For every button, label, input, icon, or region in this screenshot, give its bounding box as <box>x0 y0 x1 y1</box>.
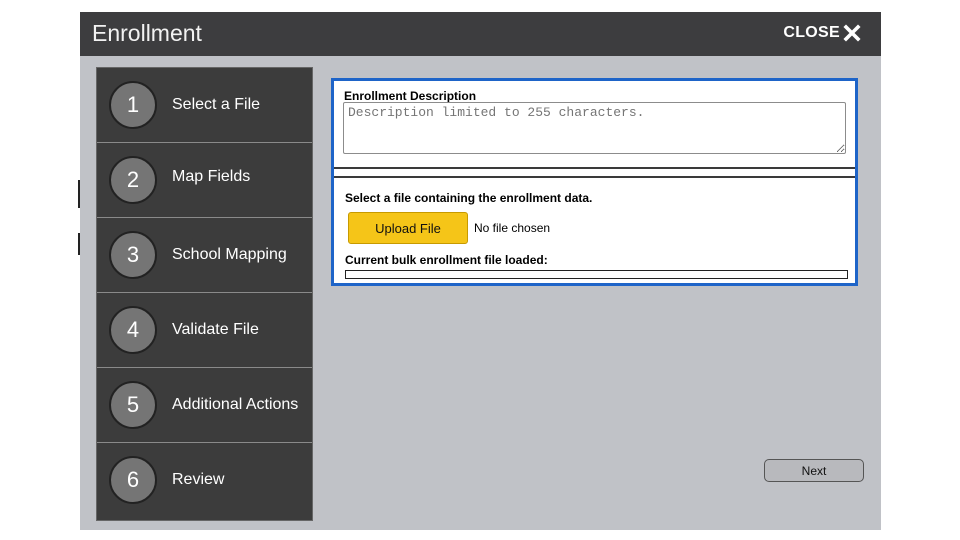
step-validate-file[interactable]: 4 Validate File <box>97 293 312 368</box>
step-label: Select a File <box>172 96 261 113</box>
section-divider <box>334 169 855 178</box>
step-number-badge: 2 <box>109 156 157 204</box>
modal-title: Enrollment <box>92 20 202 46</box>
description-section: Enrollment Description <box>334 81 855 169</box>
next-button[interactable]: Next <box>764 459 864 482</box>
step-additional-actions[interactable]: 5 Additional Actions <box>97 368 312 443</box>
step-map-fields[interactable]: 2 Map Fields <box>97 143 312 218</box>
step-select-file[interactable]: 1 Select a File <box>97 68 312 143</box>
close-label: CLOSE <box>783 24 840 41</box>
description-label: Enrollment Description <box>344 89 477 103</box>
file-status: No file chosen <box>474 221 551 235</box>
step-label: School Mapping <box>172 246 287 263</box>
step-label: Review <box>172 471 225 488</box>
step-label: Validate File <box>172 321 259 338</box>
close-x-icon <box>843 24 861 42</box>
title-bar: Enrollment CLOSE <box>80 12 881 56</box>
step-number-badge: 3 <box>109 231 157 279</box>
step-school-mapping[interactable]: 3 School Mapping <box>97 218 312 293</box>
enrollment-modal: Enrollment CLOSE 1 Select a File 2 Map F… <box>80 12 881 530</box>
current-file-label: Current bulk enrollment file loaded: <box>345 253 548 267</box>
steps-sidebar: 1 Select a File 2 Map Fields 3 School Ma… <box>96 67 313 521</box>
file-section: Select a file containing the enrollment … <box>334 178 855 283</box>
close-button[interactable]: CLOSE <box>783 24 861 42</box>
file-prompt: Select a file containing the enrollment … <box>345 191 593 205</box>
step-number-badge: 6 <box>109 456 157 504</box>
current-file-value <box>345 270 848 279</box>
select-file-panel: Enrollment Description Select a file con… <box>331 78 858 286</box>
description-textarea[interactable] <box>343 102 846 154</box>
step-label: Map Fields <box>172 168 251 185</box>
step-number-badge: 5 <box>109 381 157 429</box>
step-review[interactable]: 6 Review <box>97 443 312 518</box>
step-number-badge: 4 <box>109 306 157 354</box>
step-label: Additional Actions <box>172 396 299 413</box>
step-number-badge: 1 <box>109 81 157 129</box>
upload-file-button[interactable]: Upload File <box>348 212 468 244</box>
